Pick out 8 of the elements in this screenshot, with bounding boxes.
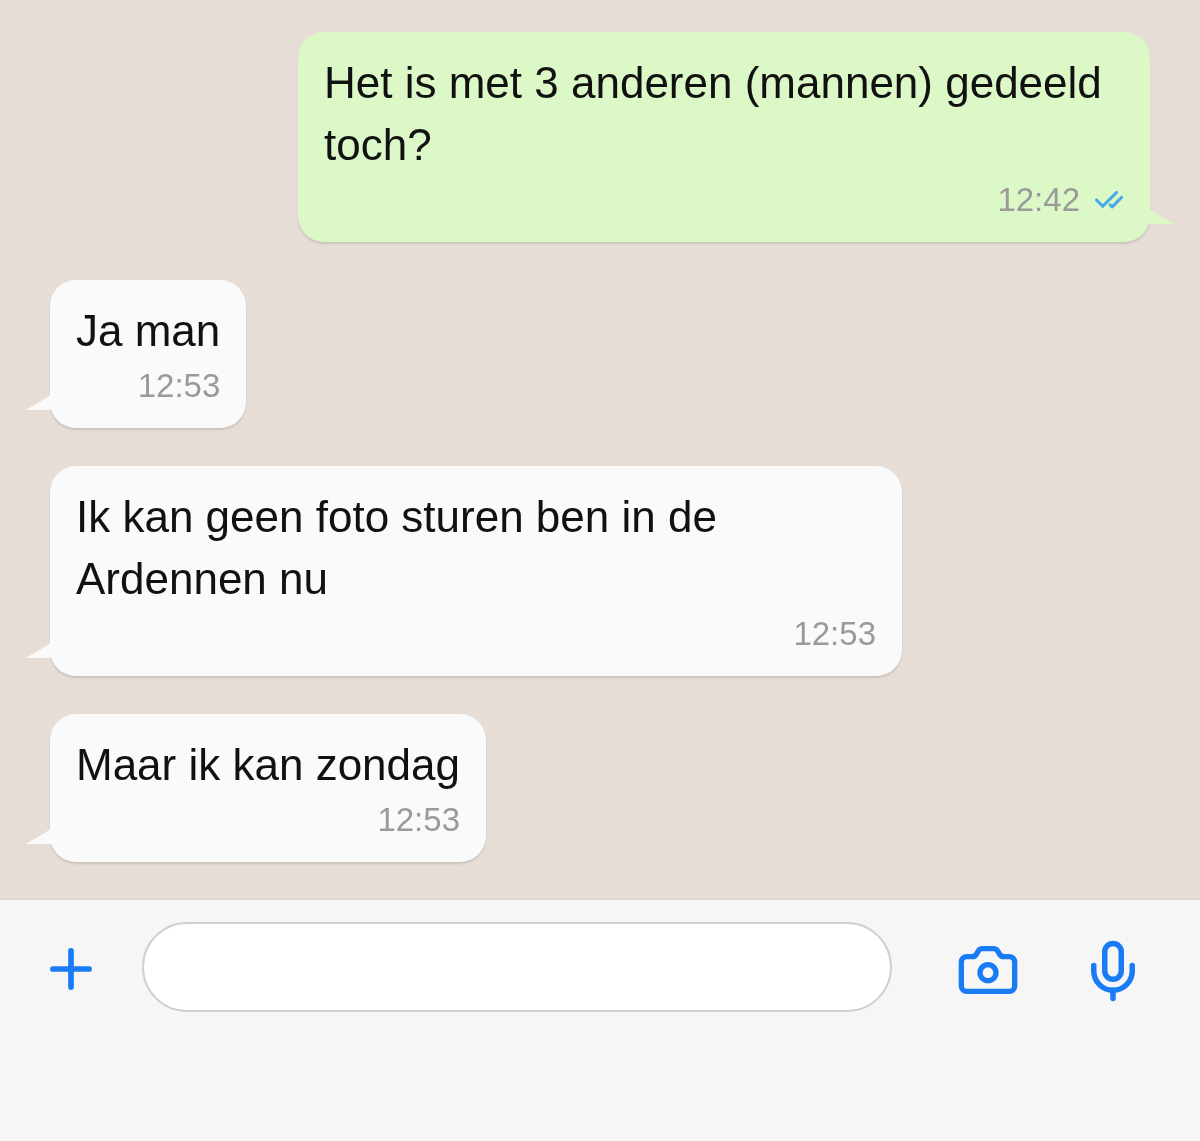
message-time: 12:53 <box>137 367 221 405</box>
message-time: 12:53 <box>793 615 876 653</box>
message-time: 12:42 <box>997 181 1080 219</box>
message-text: Ik kan geen foto sturen ben in de Ardennen nu <box>76 491 718 605</box>
message-text: Het is met 3 anderen (mannen) gedeeld toch? <box>324 57 1103 171</box>
message-text: Maar ik kan zondag <box>76 739 460 791</box>
message-text: Ja man <box>76 305 221 357</box>
message-time: 12:53 <box>377 801 460 839</box>
